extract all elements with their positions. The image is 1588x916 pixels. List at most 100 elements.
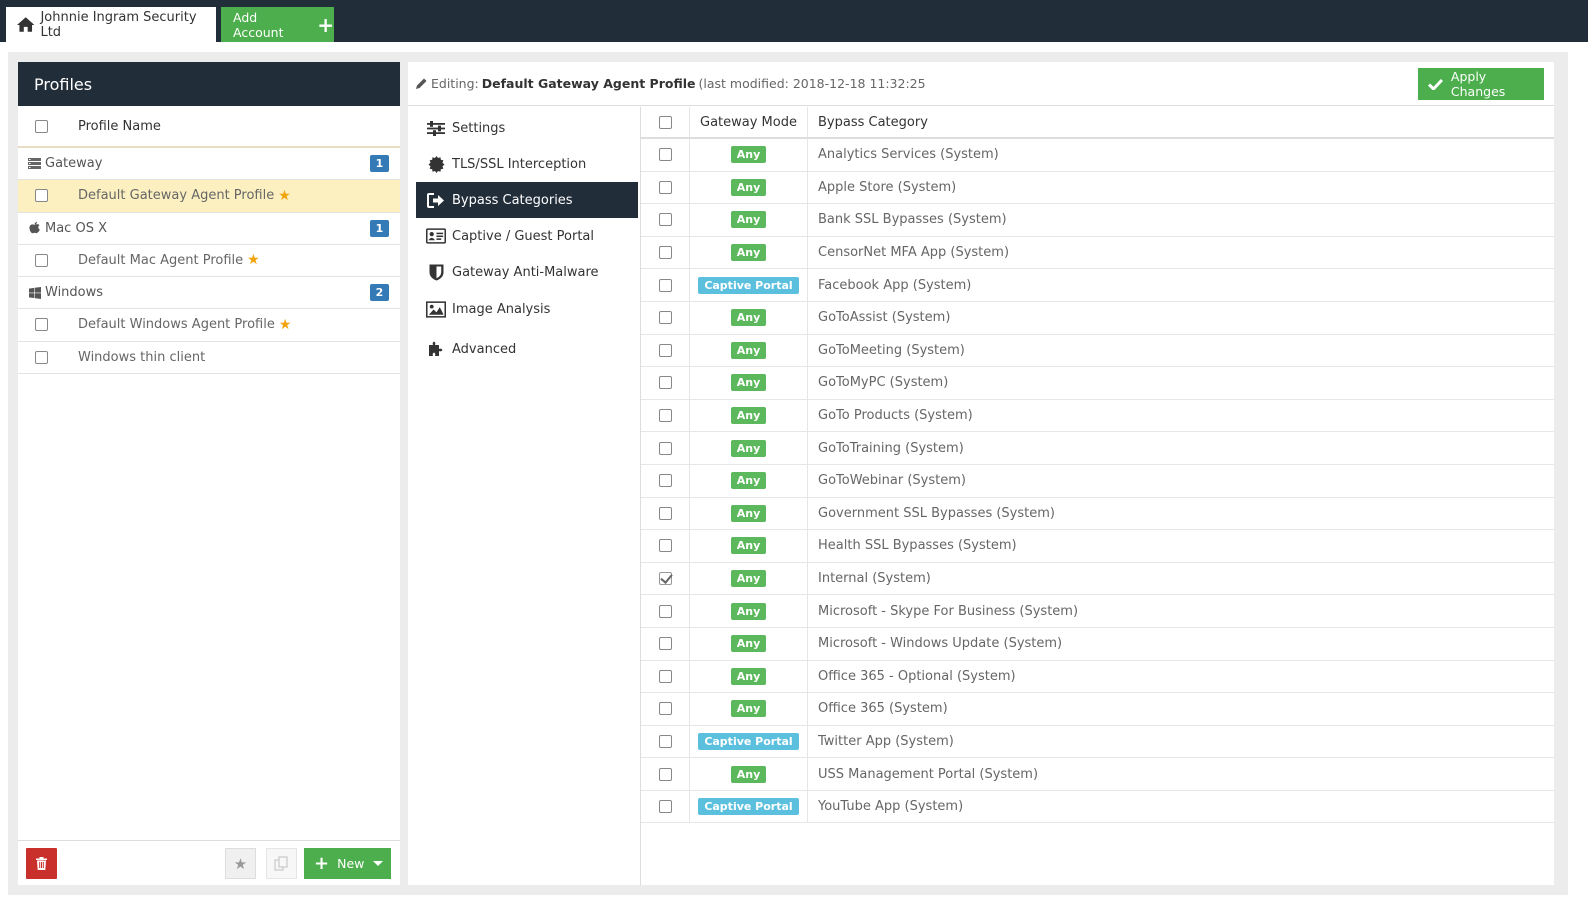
profile-row[interactable]: Default Mac Agent Profile ★ bbox=[18, 245, 400, 277]
profile-checkbox[interactable] bbox=[35, 318, 48, 332]
select-all-profiles-checkbox[interactable] bbox=[35, 119, 48, 133]
apply-changes-button[interactable]: Apply Changes bbox=[1418, 68, 1544, 100]
table-row[interactable]: Any Bank SSL Bypasses (System) bbox=[641, 204, 1554, 237]
nav-item-gateway-anti-malware[interactable]: Gateway Anti-Malware bbox=[416, 254, 638, 290]
table-row[interactable]: Any Government SSL Bypasses (System) bbox=[641, 497, 1554, 531]
nav-item-label: Bypass Categories bbox=[452, 192, 573, 208]
row-checkbox[interactable] bbox=[658, 441, 672, 455]
profile-checkbox[interactable] bbox=[35, 189, 48, 203]
table-row[interactable]: Any Microsoft - Windows Update (System) bbox=[641, 627, 1554, 661]
bypass-category-name: Government SSL Bypasses (System) bbox=[818, 505, 1055, 521]
new-profile-button[interactable]: + New bbox=[304, 848, 391, 879]
top-navbar: Johnnie Ingram Security Ltd Add Account … bbox=[0, 0, 1588, 42]
table-row[interactable]: Any USS Management Portal (System) bbox=[641, 758, 1554, 791]
table-row[interactable]: Any Internal (System) bbox=[641, 562, 1554, 596]
apply-changes-label: Apply Changes bbox=[1450, 69, 1506, 99]
table-row[interactable]: Any Health SSL Bypasses (System) bbox=[641, 530, 1554, 563]
star-icon: ★ bbox=[233, 854, 248, 873]
profile-name: Windows thin client bbox=[78, 349, 206, 365]
table-row[interactable]: Any GoTo Products (System) bbox=[641, 399, 1554, 433]
table-row[interactable]: Any GoToWebinar (System) bbox=[641, 464, 1554, 498]
row-checkbox[interactable] bbox=[658, 148, 672, 162]
row-checkbox[interactable] bbox=[658, 734, 672, 748]
profile-group-gateway[interactable]: Gateway 1 bbox=[18, 148, 400, 180]
table-row[interactable]: Captive Portal YouTube App (System) bbox=[641, 790, 1554, 824]
row-checkbox[interactable] bbox=[658, 278, 672, 292]
default-star-icon: ★ bbox=[278, 316, 292, 333]
set-default-button[interactable]: ★ bbox=[225, 848, 256, 879]
account-name: Johnnie Ingram Security Ltd bbox=[40, 9, 197, 40]
bypass-category-name: Microsoft - Windows Update (System) bbox=[818, 636, 1063, 652]
account-tab[interactable]: Johnnie Ingram Security Ltd bbox=[6, 7, 216, 42]
row-checkbox[interactable] bbox=[658, 800, 672, 814]
bypass-category-name: Health SSL Bypasses (System) bbox=[818, 538, 1017, 554]
row-checkbox[interactable] bbox=[658, 474, 672, 488]
table-row[interactable]: Any Office 365 (System) bbox=[641, 693, 1554, 726]
table-row[interactable]: Any Office 365 - Optional (System) bbox=[641, 660, 1554, 694]
table-row[interactable]: Any Analytics Services (System) bbox=[641, 139, 1554, 172]
bypass-category-header[interactable]: Bypass Category bbox=[808, 115, 928, 130]
gateway-mode-badge: Any bbox=[730, 407, 767, 425]
row-checkbox[interactable] bbox=[658, 409, 672, 423]
table-row[interactable]: Any GoToAssist (System) bbox=[641, 301, 1554, 335]
add-account-button[interactable]: Add Account + bbox=[221, 7, 334, 42]
profile-checkbox[interactable] bbox=[35, 350, 48, 364]
row-checkbox[interactable] bbox=[658, 343, 672, 357]
table-row[interactable]: Any CensorNet MFA App (System) bbox=[641, 236, 1554, 270]
nav-item-bypass-categories[interactable]: Bypass Categories bbox=[416, 182, 638, 218]
row-checkbox[interactable] bbox=[658, 506, 672, 520]
server-icon bbox=[28, 158, 41, 169]
row-checkbox[interactable] bbox=[658, 767, 672, 781]
gateway-mode-cell: Any bbox=[690, 139, 808, 171]
nav-item-tls-ssl-interception[interactable]: TLS/SSL Interception bbox=[416, 146, 638, 182]
row-checkbox[interactable] bbox=[658, 311, 672, 325]
table-row[interactable]: Any Apple Store (System) bbox=[641, 171, 1554, 205]
table-row[interactable]: Any GoToTraining (System) bbox=[641, 432, 1554, 465]
nav-item-image-analysis[interactable]: Image Analysis bbox=[416, 290, 638, 330]
select-all-header-cell bbox=[641, 107, 690, 137]
row-checkbox[interactable] bbox=[658, 637, 672, 651]
table-row[interactable]: Any Microsoft - Skype For Business (Syste… bbox=[641, 595, 1554, 628]
table-row[interactable]: Captive Portal Twitter App (System) bbox=[641, 725, 1554, 759]
bypass-category-name: Office 365 (System) bbox=[818, 701, 948, 717]
nav-item-advanced[interactable]: Advanced bbox=[416, 330, 638, 370]
gateway-mode-header[interactable]: Gateway Mode bbox=[690, 107, 808, 137]
table-row[interactable]: Any GoToMyPC (System) bbox=[641, 367, 1554, 400]
profile-group-windows[interactable]: Windows 2 bbox=[18, 277, 400, 309]
nav-item-captive-guest-portal[interactable]: Captive / Guest Portal bbox=[416, 218, 638, 254]
profile-group-mac-os-x[interactable]: Mac OS X 1 bbox=[18, 213, 400, 245]
row-checkbox[interactable] bbox=[658, 180, 672, 194]
gateway-mode-cell: Captive Portal bbox=[690, 790, 808, 823]
profile-checkbox[interactable] bbox=[35, 253, 48, 267]
gateway-mode-cell: Any bbox=[690, 497, 808, 530]
row-checkbox[interactable] bbox=[658, 702, 672, 716]
row-checkbox-cell bbox=[641, 562, 690, 595]
delete-profile-button[interactable] bbox=[26, 848, 57, 879]
select-all-categories-checkbox[interactable] bbox=[658, 115, 672, 129]
profile-group-name: Gateway bbox=[45, 156, 103, 171]
gateway-mode-cell: Captive Portal bbox=[690, 269, 808, 301]
row-checkbox[interactable] bbox=[658, 669, 672, 683]
table-row[interactable]: Captive Portal Facebook App (System) bbox=[641, 269, 1554, 302]
table-header: Gateway Mode Bypass Category bbox=[641, 107, 1554, 139]
table-row[interactable]: Any GoToMeeting (System) bbox=[641, 334, 1554, 368]
nav-item-label: Advanced bbox=[452, 341, 517, 357]
profile-row[interactable]: Default Gateway Agent Profile ★ bbox=[18, 180, 400, 213]
nav-item-settings[interactable]: Settings bbox=[416, 110, 638, 146]
gateway-mode-badge: Any bbox=[730, 537, 767, 555]
row-checkbox[interactable] bbox=[658, 213, 672, 227]
copy-profile-button[interactable] bbox=[266, 848, 297, 879]
profile-row[interactable]: Windows thin client bbox=[18, 342, 400, 374]
row-checkbox[interactable] bbox=[658, 572, 672, 586]
bypass-category-name: GoToWebinar (System) bbox=[818, 473, 966, 489]
profile-name-header: Profile Name bbox=[78, 118, 161, 134]
profile-editor-panel: Editing: Default Gateway Agent Profile (… bbox=[408, 62, 1554, 885]
row-checkbox[interactable] bbox=[658, 539, 672, 553]
profile-group-count-badge: 1 bbox=[370, 155, 389, 172]
row-checkbox[interactable] bbox=[658, 376, 672, 390]
profile-row[interactable]: Default Windows Agent Profile ★ bbox=[18, 309, 400, 342]
plus-icon: + bbox=[314, 852, 330, 874]
row-checkbox[interactable] bbox=[658, 604, 672, 618]
row-checkbox[interactable] bbox=[658, 246, 672, 260]
bypass-category-name: GoToMeeting (System) bbox=[818, 342, 965, 358]
